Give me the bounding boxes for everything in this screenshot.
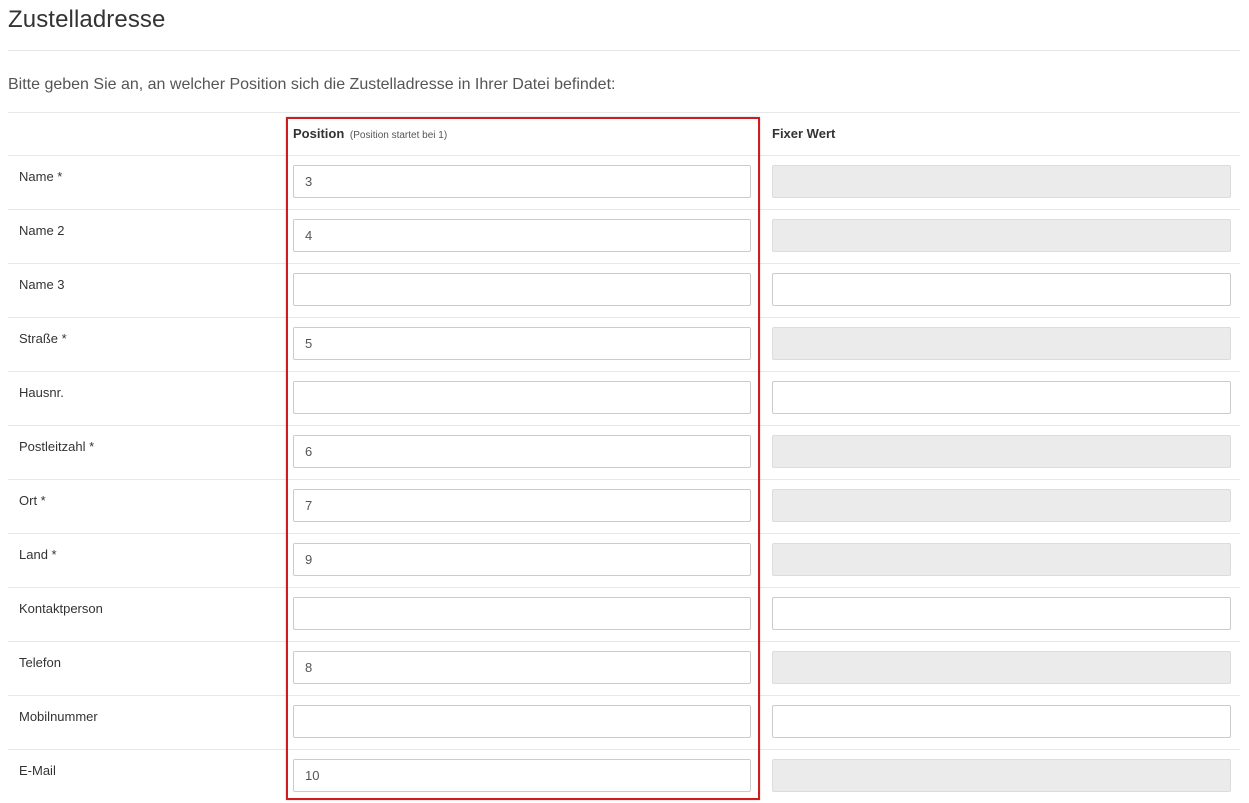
row-label: Telefon: [19, 655, 61, 670]
row-label: Name 3: [19, 277, 65, 292]
position-input[interactable]: [293, 543, 751, 576]
row-divider: [8, 155, 1240, 156]
row-divider: [8, 263, 1240, 264]
position-input[interactable]: [293, 165, 751, 198]
fixed-value-input: [772, 759, 1231, 792]
row-divider: [8, 317, 1240, 318]
fixed-value-input: [772, 165, 1231, 198]
position-input[interactable]: [293, 759, 751, 792]
position-input[interactable]: [293, 381, 751, 414]
row-divider: [8, 371, 1240, 372]
row-label: Name 2: [19, 223, 65, 238]
position-input[interactable]: [293, 327, 751, 360]
row-divider: [8, 209, 1240, 210]
table-top-divider: [8, 112, 1240, 113]
row-divider: [8, 479, 1240, 480]
page-title: Zustelladresse: [8, 6, 166, 33]
row-divider: [8, 425, 1240, 426]
row-divider: [8, 749, 1240, 750]
row-divider: [8, 641, 1240, 642]
row-label: Name *: [19, 169, 63, 184]
fixed-value-input: [772, 489, 1231, 522]
fixed-value-input: [772, 651, 1231, 684]
row-label: Mobilnummer: [19, 709, 98, 724]
fixed-value-column-header: Fixer Wert: [772, 126, 836, 141]
row-label: Postleitzahl *: [19, 439, 95, 454]
position-header-label: Position: [293, 126, 345, 141]
row-divider: [8, 587, 1240, 588]
row-label: E-Mail: [19, 763, 56, 778]
fixed-value-input: [772, 543, 1231, 576]
row-label: Land *: [19, 547, 57, 562]
instruction-text: Bitte geben Sie an, an welcher Position …: [8, 76, 616, 93]
fixed-value-input: [772, 435, 1231, 468]
fixed-value-input[interactable]: [772, 597, 1231, 630]
row-divider: [8, 533, 1240, 534]
position-input[interactable]: [293, 435, 751, 468]
fixed-value-input[interactable]: [772, 381, 1231, 414]
row-label: Hausnr.: [19, 385, 64, 400]
position-input[interactable]: [293, 597, 751, 630]
position-header-hint: (Position startet bei 1): [349, 130, 448, 141]
fixed-value-input[interactable]: [772, 705, 1231, 738]
row-label: Kontaktperson: [19, 601, 103, 616]
position-input[interactable]: [293, 489, 751, 522]
fixed-value-input: [772, 219, 1231, 252]
fixed-value-input: [772, 327, 1231, 360]
position-input[interactable]: [293, 705, 751, 738]
position-input[interactable]: [293, 651, 751, 684]
fixed-value-input[interactable]: [772, 273, 1231, 306]
row-label: Ort *: [19, 493, 46, 508]
position-column-header: Position (Position startet bei 1): [293, 126, 447, 141]
position-input[interactable]: [293, 219, 751, 252]
row-label: Straße *: [19, 331, 67, 346]
position-input[interactable]: [293, 273, 751, 306]
title-divider: [8, 50, 1240, 51]
row-divider: [8, 695, 1240, 696]
